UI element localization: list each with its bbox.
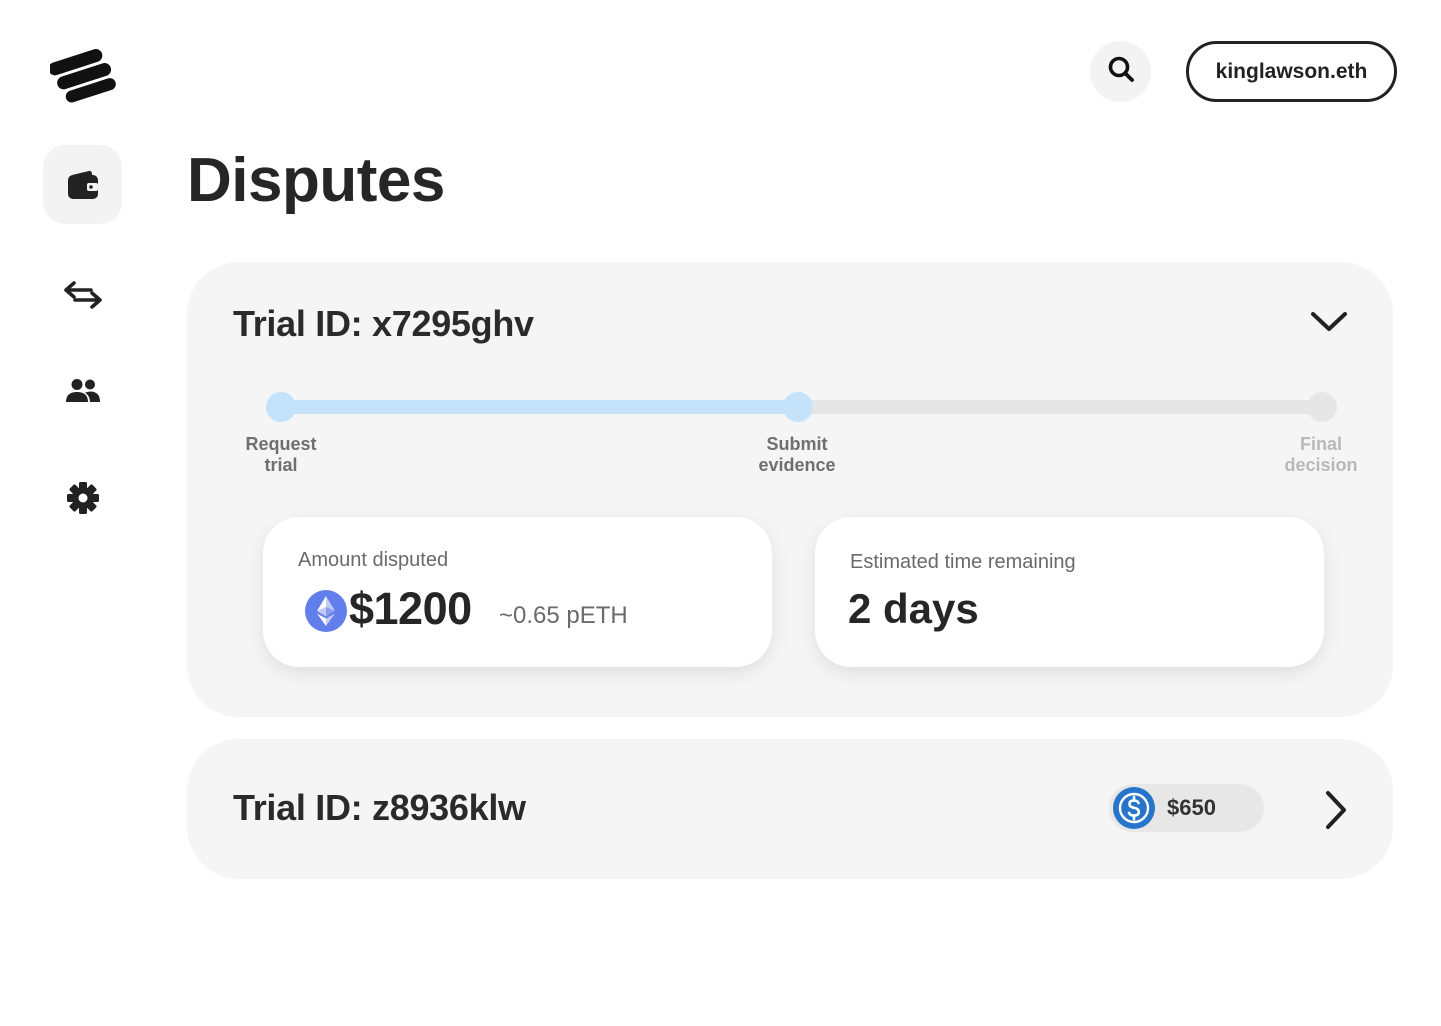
step-label-submit-evidence: Submit evidence <box>732 434 862 476</box>
step-label-line: decision <box>1284 455 1358 475</box>
search-icon <box>1107 55 1135 88</box>
trial-progress: Request trial Submit evidence Final deci… <box>187 262 1393 492</box>
dispute-card-collapsed[interactable]: Trial ID: z8936klw $650 <box>187 739 1393 879</box>
ethereum-icon <box>305 590 347 632</box>
amount-disputed-label: Amount disputed <box>298 549 449 571</box>
progress-fill <box>282 400 802 414</box>
sidebar-item-transfers[interactable] <box>43 255 122 334</box>
time-remaining-box: Estimated time remaining 2 days <box>815 517 1324 667</box>
app-logo <box>48 48 116 104</box>
gear-icon <box>66 481 100 515</box>
step-label-line: evidence <box>758 455 836 475</box>
people-icon <box>65 378 101 404</box>
step-dot-submit-evidence <box>783 392 813 422</box>
chevron-right-icon <box>1323 791 1349 835</box>
amount-value: $1200 <box>349 583 472 634</box>
sidebar-item-wallet[interactable] <box>43 145 122 224</box>
wallet-icon <box>67 170 99 200</box>
sidebar-item-users[interactable] <box>43 351 122 430</box>
step-dot-final-decision <box>1307 392 1337 422</box>
sidebar-item-settings[interactable] <box>43 458 122 537</box>
step-label-line: Final <box>1299 434 1342 454</box>
page-title: Disputes <box>187 146 445 215</box>
amount-crypto-value: ~0.65 pETH <box>499 602 628 629</box>
step-label-final-decision: Final decision <box>1256 434 1386 476</box>
step-label-line: Submit <box>766 434 828 454</box>
usdc-icon <box>1113 787 1155 829</box>
expand-button[interactable] <box>1323 789 1349 831</box>
step-label-line: Request <box>245 434 317 454</box>
trial-id: Trial ID: z8936klw <box>233 787 526 828</box>
account-button[interactable]: kinglawson.eth <box>1186 41 1397 102</box>
dispute-card-expanded: Trial ID: x7295ghv Request trial Submit … <box>187 262 1393 717</box>
time-remaining-label: Estimated time remaining <box>850 551 1076 573</box>
search-button[interactable] <box>1090 41 1151 102</box>
swap-arrows-icon <box>63 280 103 310</box>
amount-badge-value: $650 <box>1167 795 1216 820</box>
step-dot-request-trial <box>266 392 296 422</box>
step-label-line: trial <box>264 455 298 475</box>
amount-disputed-box: Amount disputed $1200 ~0.65 pETH <box>263 517 772 667</box>
time-remaining-value: 2 days <box>848 585 979 632</box>
step-label-request-trial: Request trial <box>216 434 346 476</box>
amount-badge: $650 <box>1109 784 1264 832</box>
